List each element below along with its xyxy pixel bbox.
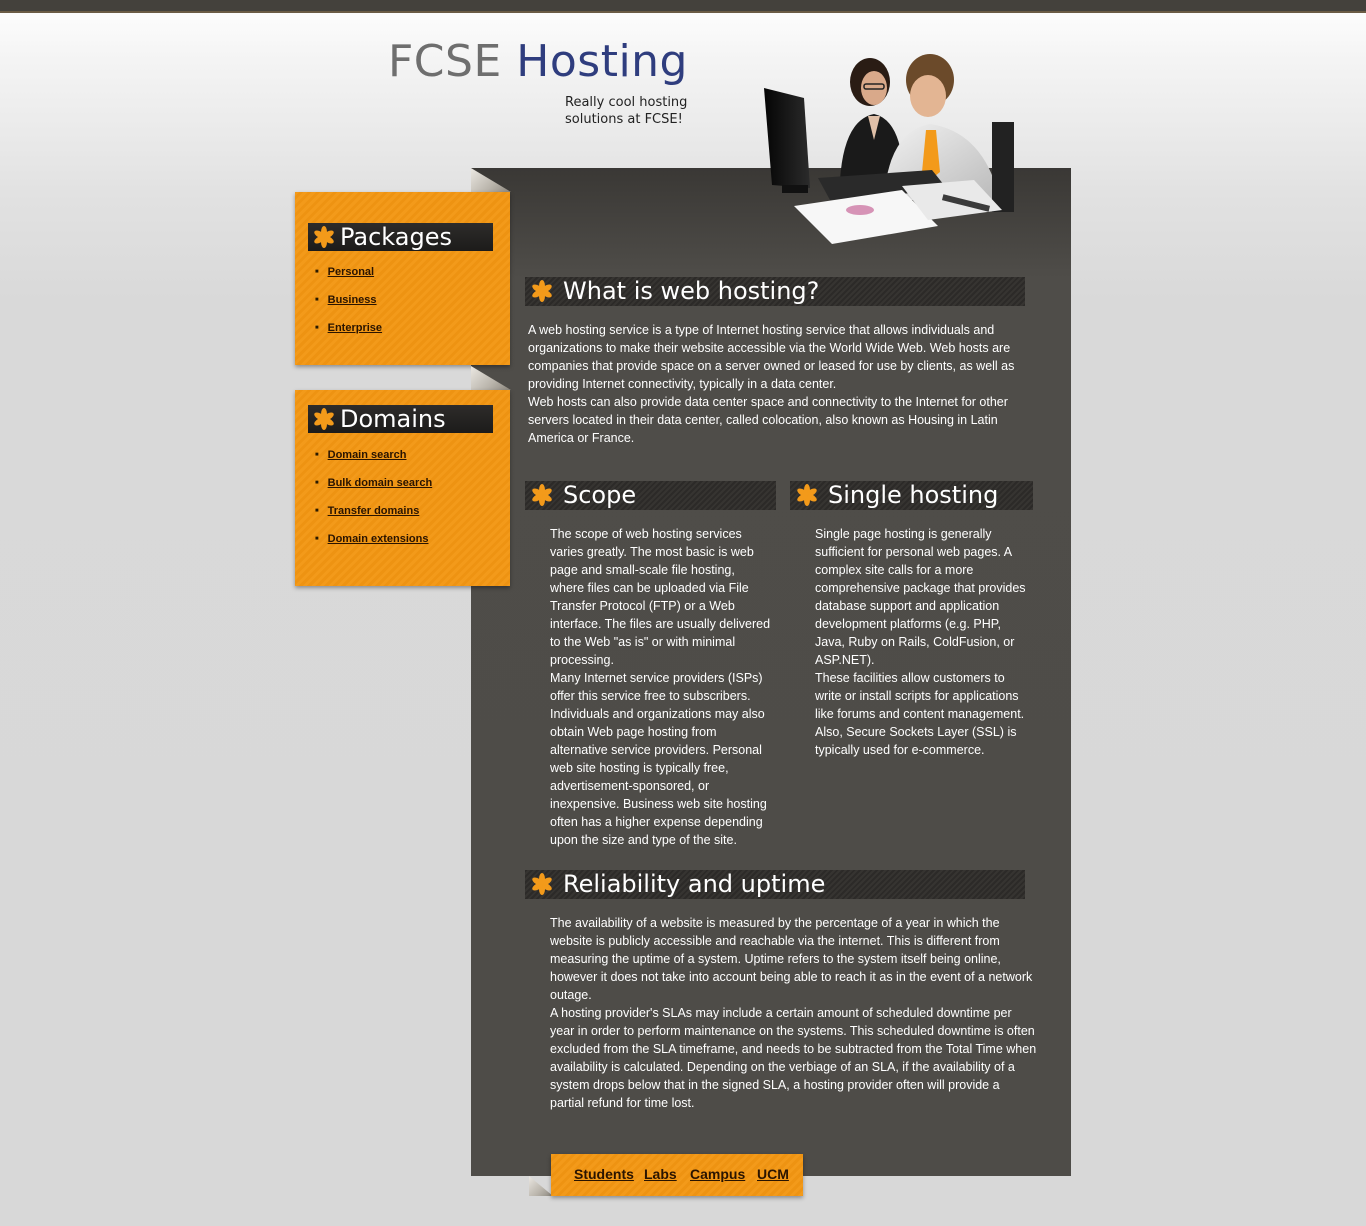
footer-link-ucm[interactable]: UCM [757,1166,789,1182]
section-body-what: A web hosting service is a type of Inter… [528,321,1043,447]
top-bar [0,0,1366,13]
flower-icon [532,873,552,895]
flower-icon [797,484,817,506]
paragraph: These facilities allow customers to writ… [815,671,1025,757]
footer-fold-corner [529,1176,553,1196]
section-title-reliability: Reliability and uptime [563,870,826,898]
site-logo[interactable]: FCSE Hosting [388,36,688,87]
link-personal[interactable]: Personal [328,266,374,278]
domains-header: Domains [308,405,493,433]
flower-icon [314,408,334,430]
section-title-what: What is web hosting? [563,277,820,305]
domains-item: Domain search [315,449,432,477]
domains-item: Bulk domain search [315,477,433,505]
paragraph: The scope of web hosting services varies… [550,527,771,667]
footer-nav: Students Labs Campus UCM [551,1154,803,1196]
header-photo [764,54,1014,244]
packages-item: Personal [315,266,382,294]
paragraph: Many Internet service providers (ISPs) o… [550,671,767,847]
domains-item: Domain extensions [315,533,432,561]
link-enterprise[interactable]: Enterprise [328,322,382,334]
section-body-reliability: The availability of a website is measure… [550,914,1037,1112]
logo-text-fcse: FCSE [388,36,502,87]
section-header-scope: Scope [525,481,776,510]
packages-header: Packages [308,223,493,251]
section-title-scope: Scope [563,481,637,509]
footer-link-labs[interactable]: Labs [644,1166,677,1182]
section-header-what: What is web hosting? [525,277,1025,306]
domains-box: Domains Domain search Bulk domain search… [295,390,510,586]
packages-title: Packages [340,223,452,251]
section-body-single: Single page hosting is generally suffici… [815,525,1029,759]
section-header-single: Single hosting [790,481,1033,510]
footer-link-campus[interactable]: Campus [690,1166,745,1182]
packages-list: Personal Business Enterprise [315,266,382,350]
flower-icon [532,484,552,506]
section-body-scope: The scope of web hosting services varies… [550,525,772,849]
link-domain-search[interactable]: Domain search [328,449,407,461]
packages-item: Business [315,294,382,322]
packages-item: Enterprise [315,322,382,350]
paragraph: A web hosting service is a type of Inter… [528,323,1015,391]
paragraph: Single page hosting is generally suffici… [815,527,1026,667]
paragraph: A hosting provider's SLAs may include a … [550,1006,1037,1110]
section-header-reliability: Reliability and uptime [525,870,1025,899]
domains-item: Transfer domains [315,505,432,533]
packages-box: Packages Personal Business Enterprise [295,192,510,365]
link-business[interactable]: Business [328,294,377,306]
link-transfer-domains[interactable]: Transfer domains [328,505,420,517]
paragraph: Web hosts can also provide data center s… [528,395,1008,445]
footer-link-students[interactable]: Students [574,1166,634,1182]
domains-title: Domains [340,405,446,433]
link-bulk-domain-search[interactable]: Bulk domain search [328,477,433,489]
link-domain-extensions[interactable]: Domain extensions [328,533,429,545]
section-title-single: Single hosting [828,481,999,509]
logo-text-hosting: Hosting [516,36,688,87]
flower-icon [532,280,552,302]
flower-icon [314,226,334,248]
paragraph: The availability of a website is measure… [550,916,1033,1002]
tagline: Really cool hosting solutions at FCSE! [565,95,688,127]
domains-list: Domain search Bulk domain search Transfe… [315,449,433,561]
